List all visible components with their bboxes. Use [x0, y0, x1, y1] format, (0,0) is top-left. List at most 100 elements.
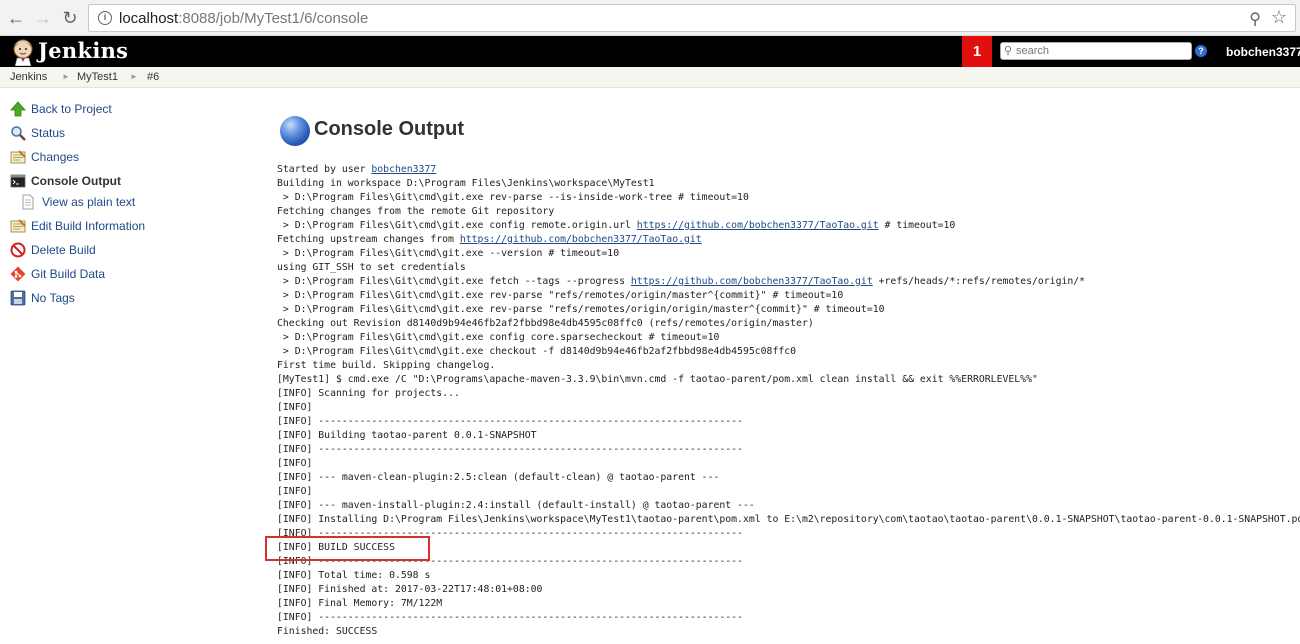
sidebar-item-label: Edit Build Information [31, 219, 146, 233]
console-text: > D:\Program Files\Git\cmd\git.exe confi… [277, 220, 637, 231]
back-arrow-icon[interactable]: ← [6, 8, 26, 28]
console-line: [INFO] ---------------------------------… [277, 415, 1297, 429]
console-text: Started by user [277, 164, 372, 175]
console-line: > D:\Program Files\Git\cmd\git.exe rev-p… [277, 303, 1297, 317]
breadcrumb-project[interactable]: MyTest1 [77, 71, 118, 83]
console-line: [INFO] Total time: 0.598 s [277, 569, 1297, 583]
console-text: Building in workspace D:\Program Files\J… [277, 178, 655, 189]
console-line: > D:\Program Files\Git\cmd\git.exe check… [277, 345, 1297, 359]
zoom-icon[interactable]: ⚲ [1249, 9, 1261, 29]
page-title-text: Console Output [314, 118, 464, 140]
console-line: [INFO] Installing D:\Program Files\Jenki… [277, 513, 1300, 527]
console-line: using GIT_SSH to set credentials [277, 261, 1297, 275]
console-line: [MyTest1] $ cmd.exe /C "D:\Programs\apac… [277, 373, 1297, 387]
notepad-icon [10, 150, 26, 164]
console-text: [INFO] Building taotao-parent 0.0.1-SNAP… [277, 430, 537, 441]
console-link[interactable]: https://github.com/bobchen3377/TaoTao.gi… [460, 234, 702, 245]
console-text: > D:\Program Files\Git\cmd\git.exe rev-p… [277, 304, 885, 315]
breadcrumb: Jenkins ► MyTest1 ► #6 [0, 67, 1300, 88]
no-entry-icon [10, 242, 26, 258]
console-text: Fetching upstream changes from [277, 234, 460, 245]
console-text: [INFO] --- maven-clean-plugin:2.5:clean … [277, 472, 720, 483]
console-text: [INFO] Final Memory: 7M/122M [277, 598, 443, 609]
console-line: Fetching changes from the remote Git rep… [277, 205, 1297, 219]
console-line: [INFO] [277, 401, 1297, 415]
user-link[interactable]: bobchen3377 [1226, 45, 1300, 59]
console-text: [INFO] ---------------------------------… [277, 612, 743, 623]
url-text[interactable]: localhost:8088/job/MyTest1/6/console [119, 10, 368, 27]
sidebar-item-label: No Tags [31, 291, 75, 305]
search-input[interactable] [1016, 44, 1186, 58]
jenkins-title[interactable]: Jenkins [38, 38, 128, 63]
jenkins-butler-logo-icon[interactable] [10, 38, 36, 66]
console-line: [INFO] BUILD SUCCESS [277, 541, 1297, 555]
console-text: Finished: SUCCESS [277, 626, 378, 637]
console-text: > D:\Program Files\Git\cmd\git.exe --ver… [277, 248, 620, 259]
console-link[interactable]: https://github.com/bobchen3377/TaoTao.gi… [637, 220, 879, 231]
notification-badge[interactable]: 1 [962, 36, 992, 67]
console-text: [INFO] --- maven-install-plugin:2.4:inst… [277, 500, 755, 511]
console-text: [INFO] [277, 402, 313, 413]
sidebar-item-label: Back to Project [31, 102, 112, 116]
breadcrumb-build[interactable]: #6 [147, 71, 159, 83]
terminal-icon [10, 174, 26, 188]
console-text: [INFO] Finished at: 2017-03-22T17:48:01+… [277, 584, 543, 595]
notepad-icon [10, 219, 26, 233]
console-line: [INFO] Scanning for projects... [277, 387, 1297, 401]
console-text: Checking out Revision d8140d9b94e46fb2af… [277, 318, 814, 329]
console-line: Building in workspace D:\Program Files\J… [277, 177, 1297, 191]
url-host: localhost [119, 10, 179, 27]
reload-icon[interactable]: ↻ [60, 8, 80, 28]
console-text: > D:\Program Files\Git\cmd\git.exe rev-p… [277, 290, 844, 301]
console-line: Started by user bobchen3377 [277, 163, 1297, 177]
browser-toolbar: ← → ↻ i localhost:8088/job/MyTest1/6/con… [0, 0, 1300, 36]
console-text: using GIT_SSH to set credentials [277, 262, 466, 273]
console-line: > D:\Program Files\Git\cmd\git.exe --ver… [277, 247, 1297, 261]
console-line: > D:\Program Files\Git\cmd\git.exe confi… [277, 219, 1297, 233]
help-icon[interactable]: ? [1195, 45, 1207, 57]
search-icon: ⚲ [1004, 45, 1013, 57]
console-line: Fetching upstream changes from https://g… [277, 233, 1297, 247]
console-link[interactable]: bobchen3377 [371, 164, 436, 175]
console-line: [INFO] --- maven-install-plugin:2.4:inst… [277, 499, 1297, 513]
console-line: Finished: SUCCESS [277, 625, 1297, 639]
url-path: :8088/job/MyTest1/6/console [178, 10, 369, 27]
bookmark-star-icon[interactable]: ☆ [1271, 7, 1287, 28]
console-line: > D:\Program Files\Git\cmd\git.exe rev-p… [277, 191, 1297, 205]
sidebar-item-label: Status [31, 126, 66, 140]
blue-ball-status-icon [280, 116, 310, 146]
console-text: > D:\Program Files\Git\cmd\git.exe rev-p… [277, 192, 749, 203]
console-text: [MyTest1] $ cmd.exe /C "D:\Programs\apac… [277, 374, 1038, 385]
console-text: [INFO] [277, 486, 313, 497]
forward-arrow-icon[interactable]: → [33, 8, 53, 28]
breadcrumb-arrow-icon[interactable]: ► [130, 72, 138, 81]
breadcrumb-arrow-icon[interactable]: ► [62, 72, 70, 81]
breadcrumb-jenkins[interactable]: Jenkins [10, 71, 47, 83]
console-text: [INFO] ---------------------------------… [277, 444, 743, 455]
console-line: [INFO] ---------------------------------… [277, 443, 1297, 457]
console-text: [INFO] Total time: 0.598 s [277, 570, 431, 581]
console-text: > D:\Program Files\Git\cmd\git.exe check… [277, 346, 797, 357]
console-line: [INFO] --- maven-clean-plugin:2.5:clean … [277, 471, 1297, 485]
console-text: [INFO] Installing D:\Program Files\Jenki… [277, 514, 1300, 525]
address-bar[interactable]: i localhost:8088/job/MyTest1/6/console ⚲… [88, 4, 1296, 32]
console-text: > D:\Program Files\Git\cmd\git.exe fetch… [277, 276, 631, 287]
console-line: > D:\Program Files\Git\cmd\git.exe fetch… [277, 275, 1297, 289]
console-text: First time build. Skipping changelog. [277, 360, 496, 371]
jenkins-header: Jenkins 1 ⚲ ? bobchen3377 [0, 36, 1300, 67]
search-box[interactable]: ⚲ [1000, 42, 1192, 60]
console-text: [INFO] Scanning for projects... [277, 388, 460, 399]
sidebar-item-label: Changes [31, 150, 80, 164]
console-output: Started by user bobchen3377 Building in w… [277, 163, 1300, 639]
sidebar-item-label: View as plain text [42, 195, 136, 209]
console-text: +refs/heads/*:refs/remotes/origin/* [872, 276, 1086, 287]
sidebar-item-label: Git Build Data [31, 267, 106, 281]
console-line: First time build. Skipping changelog. [277, 359, 1297, 373]
console-line: Checking out Revision d8140d9b94e46fb2af… [277, 317, 1297, 331]
console-text: [INFO] ---------------------------------… [277, 416, 743, 427]
console-line: [INFO] Building taotao-parent 0.0.1-SNAP… [277, 429, 1297, 443]
console-text: # timeout=10 [878, 220, 956, 231]
magnifier-icon [11, 126, 26, 141]
info-icon[interactable]: i [98, 11, 112, 25]
console-link[interactable]: https://github.com/bobchen3377/TaoTao.gi… [631, 276, 873, 287]
